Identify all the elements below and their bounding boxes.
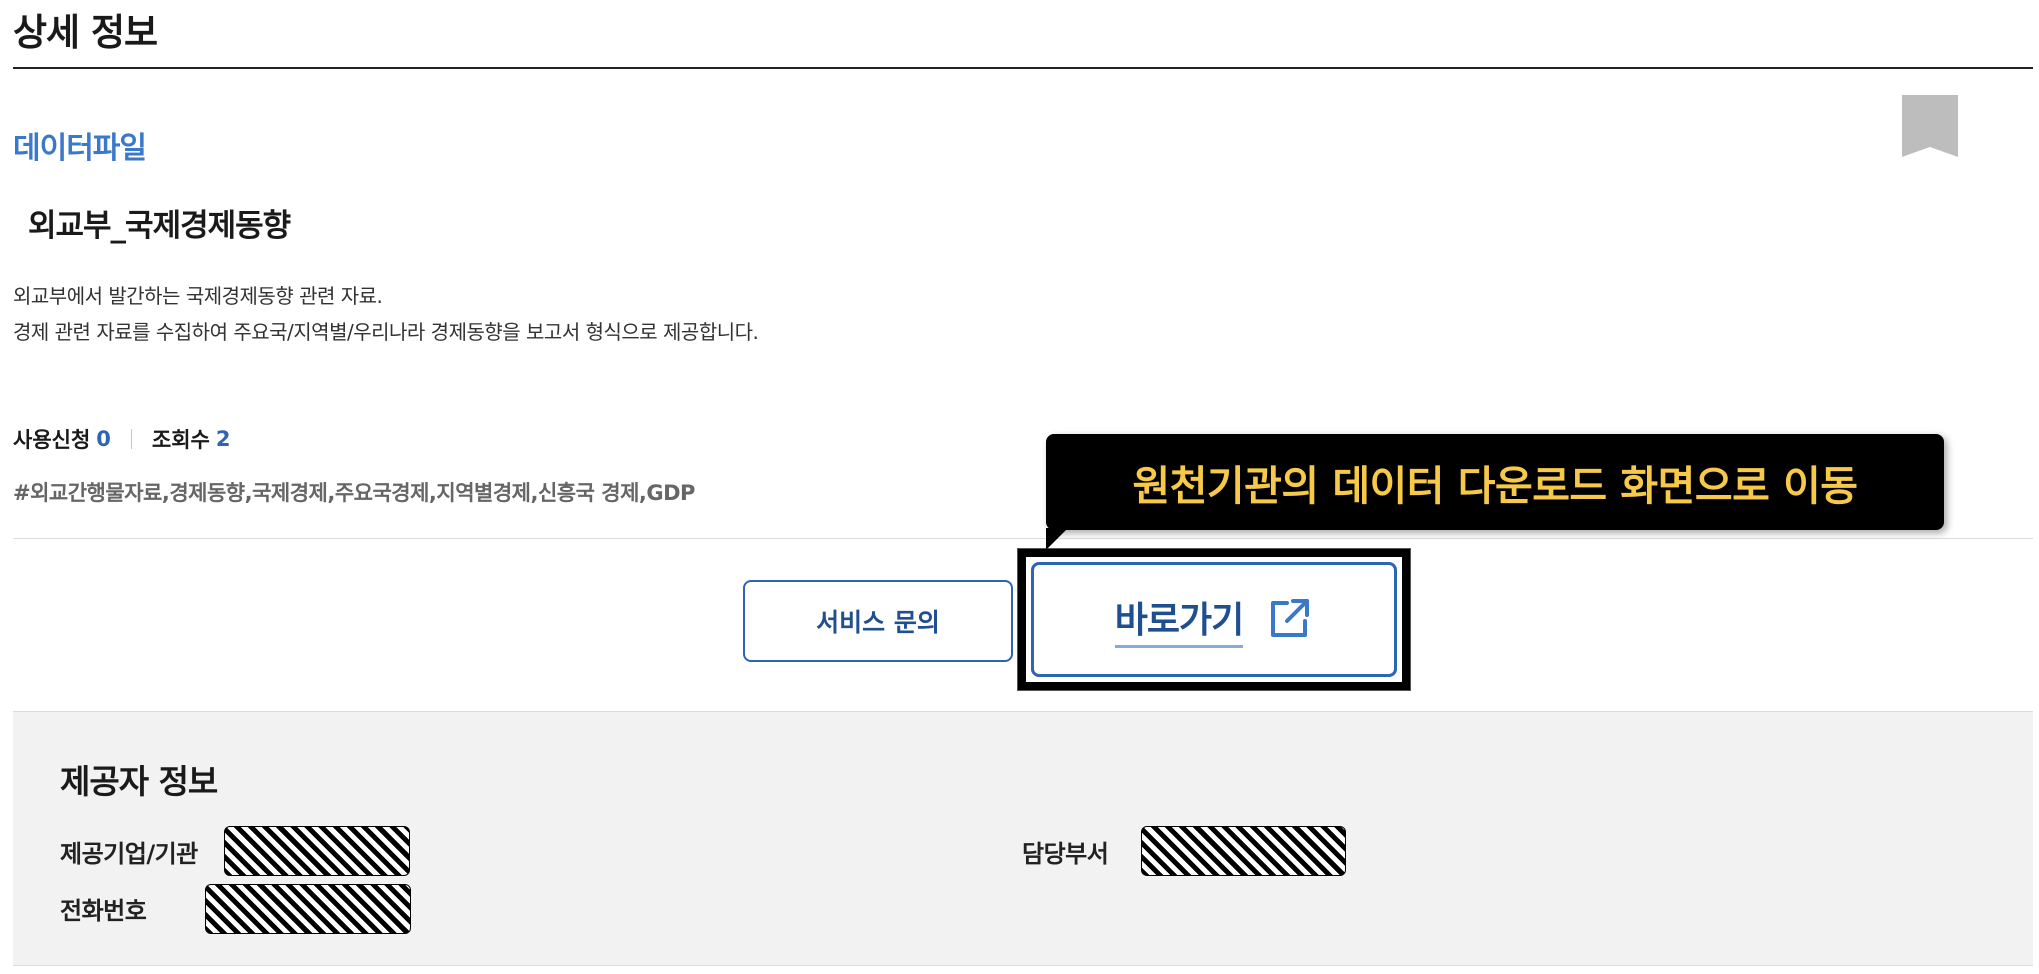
stats-separator	[130, 429, 132, 449]
dataset-description-line-1: 외교부에서 발간하는 국제경제동향 관련 자료.	[13, 284, 383, 308]
dataset-tags: #외교간행물자료,경제동향,국제경제,주요국경제,지역별경제,신흥국 경제,GD…	[13, 481, 695, 505]
views-count: 2	[215, 427, 231, 451]
requests-count: 0	[96, 427, 111, 451]
provider-org-label: 제공기업/기관	[60, 840, 198, 868]
page-title: 상세 정보	[13, 11, 158, 54]
tooltip-tail	[1046, 528, 1068, 550]
dataset-title: 외교부_국제경제동향	[28, 208, 291, 244]
provider-phone-value-redacted	[205, 884, 411, 934]
service-inquiry-button[interactable]: 서비스 문의	[743, 580, 1013, 662]
goto-tooltip: 원천기관의 데이터 다운로드 화면으로 이동	[1046, 434, 1944, 530]
dataset-stats: 사용신청 0 조회수 2	[13, 424, 231, 454]
provider-phone-label: 전화번호	[60, 897, 147, 925]
title-divider	[13, 67, 2033, 69]
goto-button-label: 바로가기	[1114, 591, 1244, 648]
section-divider	[13, 538, 2033, 539]
provider-org-value-redacted	[224, 826, 410, 876]
dataset-description-line-2: 경제 관련 자료를 수집하여 주요국/지역별/우리나라 경제동향을 보고서 형식…	[13, 320, 759, 344]
requests-label: 사용신청	[13, 428, 91, 452]
views-label: 조회수	[151, 428, 210, 452]
bookmark-icon[interactable]	[1900, 93, 1960, 159]
provider-dept-label: 담당부서	[1022, 840, 1109, 868]
provider-dept-value-redacted	[1141, 826, 1346, 876]
external-link-icon	[1267, 595, 1313, 645]
provider-heading: 제공자 정보	[60, 762, 218, 801]
dataset-type-label: 데이터파일	[13, 131, 147, 166]
goto-button[interactable]: 바로가기	[1031, 562, 1397, 677]
